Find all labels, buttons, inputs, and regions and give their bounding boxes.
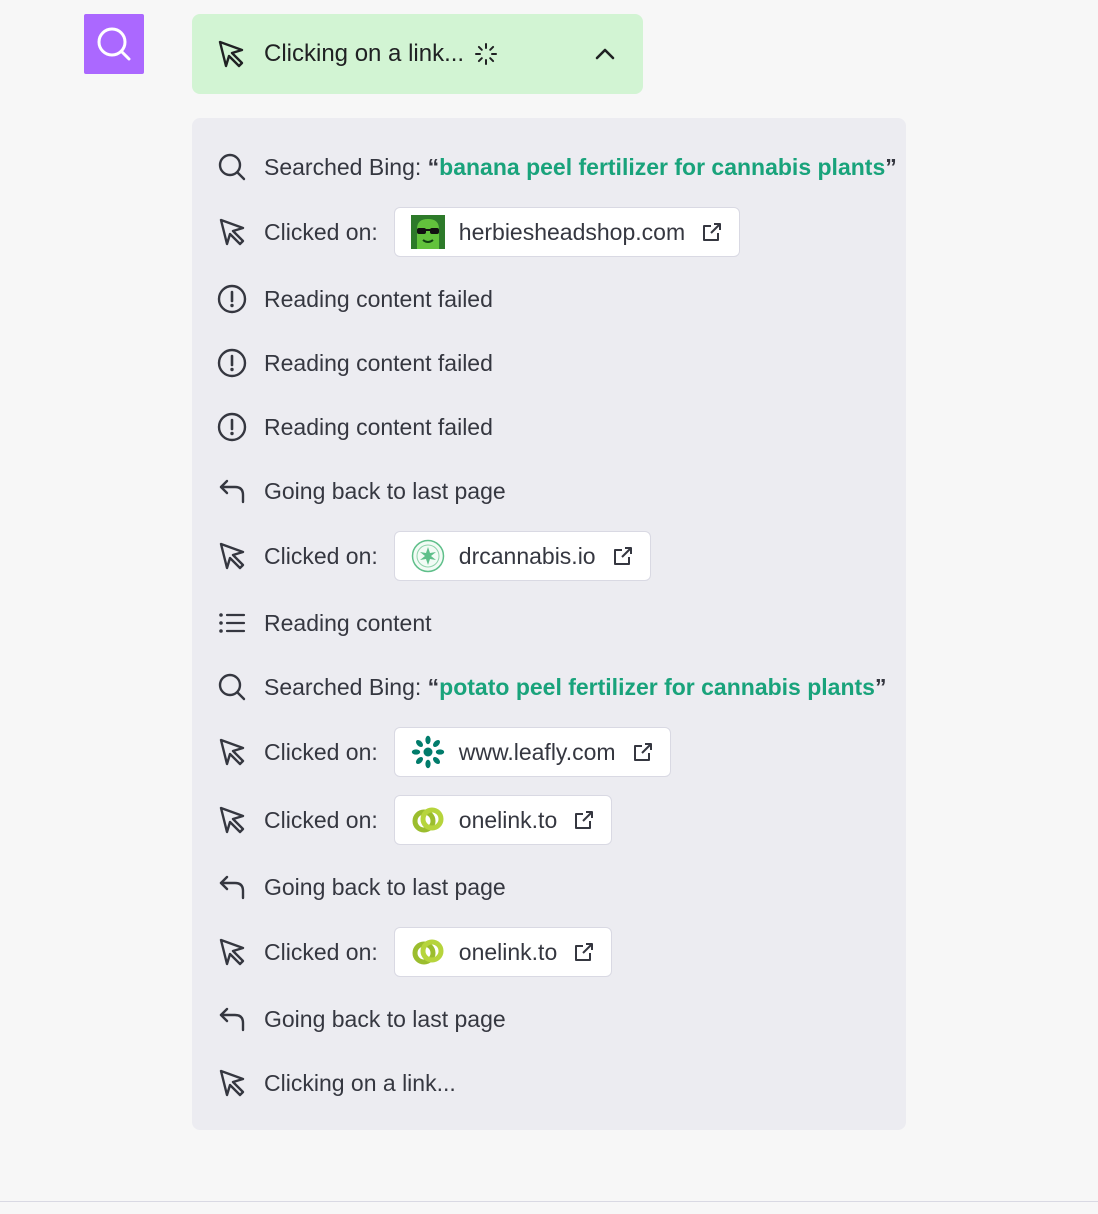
search-icon — [97, 27, 131, 61]
site-domain: onelink.to — [458, 938, 558, 965]
herbiesheadshop-favicon — [410, 215, 445, 249]
drcannabis-favicon — [411, 539, 445, 573]
step-back: Going back to last page — [216, 862, 506, 912]
cursor-icon — [216, 540, 248, 572]
search-query: potato peel fertilizer for cannabis plan… — [439, 673, 875, 700]
step-click: Clicked on: drcannabis.io — [216, 531, 651, 581]
step-label: Clicked on: — [264, 542, 378, 569]
step-label: Going back to last page — [264, 873, 506, 900]
onelink-favicon — [411, 935, 445, 969]
search-icon — [216, 671, 248, 703]
site-domain: herbiesheadshop.com — [458, 218, 686, 245]
step-label: Reading content — [264, 609, 432, 636]
search-icon — [216, 151, 248, 183]
cursor-icon — [216, 216, 248, 248]
site-link-chip[interactable]: onelink.to — [393, 927, 613, 977]
cursor-icon — [216, 736, 248, 768]
chevron-up-icon[interactable] — [593, 42, 617, 71]
back-arrow-icon — [216, 475, 248, 507]
browsing-steps-panel: Searched Bing: “banana peel fertilizer f… — [192, 118, 906, 1130]
step-label: Going back to last page — [264, 477, 506, 504]
site-domain: onelink.to — [458, 806, 558, 833]
step-error: Reading content failed — [216, 274, 493, 324]
list-icon — [216, 607, 248, 639]
site-link-chip[interactable]: onelink.to — [393, 795, 613, 845]
site-link-chip[interactable]: www.leafly.com — [393, 727, 671, 777]
step-label: Searched Bing: “potato peel fertilizer f… — [264, 673, 887, 700]
step-label: Clicked on: — [264, 218, 378, 245]
step-label: Clicking on a link... — [264, 1069, 456, 1096]
back-arrow-icon — [216, 871, 248, 903]
back-arrow-icon — [216, 1003, 248, 1035]
external-link-icon — [632, 741, 654, 763]
step-click: Clicked on: www.leafly.com — [216, 727, 671, 777]
leafly-favicon — [411, 735, 445, 769]
external-link-icon — [573, 941, 595, 963]
step-label: Clicked on: — [264, 738, 378, 765]
alert-circle-icon — [216, 411, 248, 443]
step-label: Reading content failed — [264, 349, 493, 376]
cursor-icon — [216, 1067, 248, 1099]
step-label: Reading content failed — [264, 285, 493, 312]
step-error: Reading content failed — [216, 402, 493, 452]
step-search: Searched Bing: “banana peel fertilizer f… — [216, 142, 897, 192]
step-click: Clicked on: onelink.to — [216, 927, 613, 977]
step-label: Going back to last page — [264, 1005, 506, 1032]
external-link-icon — [612, 545, 634, 567]
site-link-chip[interactable]: herbiesheadshop.com — [393, 207, 741, 257]
cursor-icon — [216, 804, 248, 836]
bottom-divider — [0, 1201, 1098, 1202]
status-label: Clicking on a link... — [264, 40, 465, 67]
external-link-icon — [701, 221, 723, 243]
avatar — [84, 14, 144, 74]
cursor-icon — [216, 39, 246, 69]
step-label: Searched Bing: “banana peel fertilizer f… — [264, 153, 897, 180]
step-click: Clicked on: onelink.to — [216, 795, 613, 845]
site-link-chip[interactable]: drcannabis.io — [393, 531, 651, 581]
step-back: Going back to last page — [216, 466, 506, 516]
step-search: Searched Bing: “potato peel fertilizer f… — [216, 662, 886, 712]
search-query: banana peel fertilizer for cannabis plan… — [439, 153, 886, 180]
alert-circle-icon — [216, 283, 248, 315]
step-click: Clicked on: herbiesheadshop.com — [216, 207, 741, 257]
step-read: Reading content — [216, 598, 432, 648]
step-label: Clicked on: — [264, 806, 378, 833]
site-domain: www.leafly.com — [458, 738, 616, 765]
step-label: Clicked on: — [264, 938, 378, 965]
browsing-status-toggle[interactable]: Clicking on a link... — [192, 14, 643, 94]
spinner-icon — [474, 42, 498, 66]
alert-circle-icon — [216, 347, 248, 379]
step-back: Going back to last page — [216, 994, 506, 1044]
step-label: Reading content failed — [264, 413, 493, 440]
site-domain: drcannabis.io — [458, 542, 596, 569]
external-link-icon — [573, 809, 595, 831]
cursor-icon — [216, 936, 248, 968]
step-pending: Clicking on a link... — [216, 1058, 456, 1108]
onelink-favicon — [411, 803, 445, 837]
step-error: Reading content failed — [216, 338, 493, 388]
